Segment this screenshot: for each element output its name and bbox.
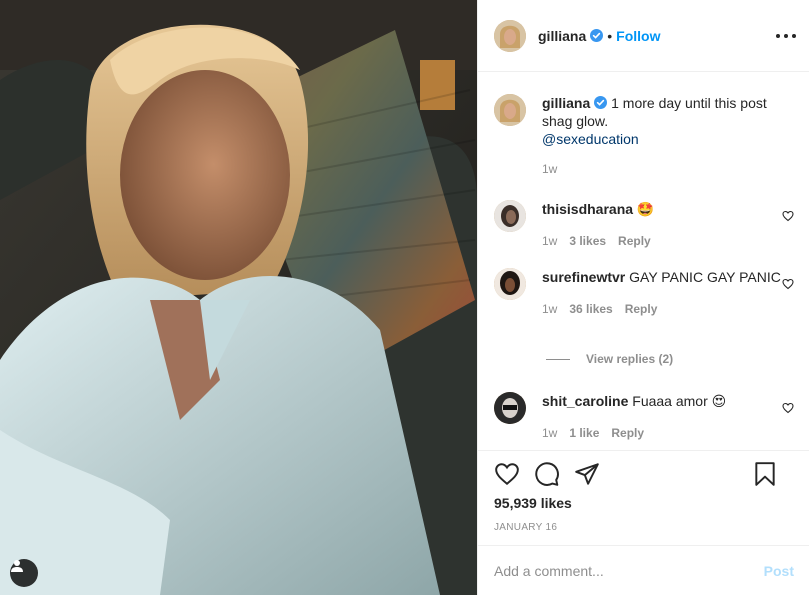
post-photo[interactable]	[0, 0, 477, 595]
avatar-image	[494, 392, 526, 424]
post-date[interactable]: JANUARY 16	[494, 522, 557, 533]
bookmark-icon[interactable]	[752, 461, 778, 487]
user-tag-button[interactable]	[10, 559, 38, 587]
comment-item: surefinewtvr GAY PANIC GAY PANIC 1w 36 l…	[494, 268, 794, 318]
comment-icon[interactable]	[534, 461, 560, 487]
caption-mention-link[interactable]: @sexeducation	[542, 131, 639, 147]
avatar-image	[494, 94, 526, 126]
comment-input[interactable]	[494, 562, 764, 579]
comment-body: shit_caroline Fuaaa amor 😍 1w 1 like Rep…	[542, 392, 794, 442]
comment-heart-icon[interactable]	[782, 402, 794, 414]
avatar-image	[494, 19, 526, 52]
comment-body: surefinewtvr GAY PANIC GAY PANIC 1w 36 l…	[542, 268, 794, 318]
comment-time[interactable]: 1w	[542, 300, 557, 318]
instagram-post: gilliana • Follow gilliana 1 more day un…	[0, 0, 809, 595]
comment-body: thisisdharana 🤩 1w 3 likes Reply	[542, 200, 794, 250]
comment-username[interactable]: surefinewtvr	[542, 269, 625, 285]
post-side-panel: gilliana • Follow gilliana 1 more day un…	[477, 0, 809, 595]
add-comment-bar: Post	[478, 545, 809, 595]
reply-button[interactable]: Reply	[611, 424, 644, 442]
share-icon[interactable]	[574, 461, 600, 487]
portrait-illustration	[0, 0, 477, 595]
action-icons	[494, 461, 794, 489]
user-tag-icon	[11, 560, 23, 572]
avatar-image	[494, 200, 526, 232]
caption-username[interactable]: gilliana	[542, 95, 590, 111]
more-options-icon[interactable]	[776, 26, 796, 46]
comment-likes[interactable]: 36 likes	[569, 300, 612, 318]
comment-username[interactable]: thisisdharana	[542, 201, 633, 217]
view-replies-button[interactable]: View replies (2)	[546, 352, 673, 366]
post-header: gilliana • Follow	[478, 0, 809, 72]
author-avatar[interactable]	[494, 19, 526, 52]
caption: gilliana 1 more day until this post shag…	[494, 94, 794, 178]
verified-badge-icon	[590, 29, 604, 42]
comment-item: shit_caroline Fuaaa amor 😍 1w 1 like Rep…	[494, 392, 794, 442]
follow-button[interactable]: Follow	[616, 28, 660, 44]
comment-heart-icon[interactable]	[782, 278, 794, 290]
likes-count[interactable]: 95,939 likes	[494, 495, 572, 511]
reply-button[interactable]: Reply	[618, 232, 651, 250]
comment-likes[interactable]: 1 like	[569, 424, 599, 442]
comment-text: 🤩	[636, 201, 655, 217]
comment-time[interactable]: 1w	[542, 232, 557, 250]
view-replies-line	[546, 358, 570, 360]
header-separator: •	[607, 27, 613, 44]
comment-heart-icon[interactable]	[782, 210, 794, 222]
post-comment-button[interactable]: Post	[764, 563, 794, 579]
author-username[interactable]: gilliana	[538, 28, 586, 44]
avatar-image	[494, 268, 526, 300]
comment-text: Fuaaa amor 😍	[632, 393, 727, 409]
caption-avatar[interactable]	[494, 94, 526, 126]
view-replies-label: View replies (2)	[586, 352, 674, 366]
heart-icon[interactable]	[494, 461, 520, 487]
post-actions: 95,939 likes JANUARY 16	[478, 450, 809, 545]
caption-time[interactable]: 1w	[542, 160, 557, 178]
verified-badge-icon	[594, 96, 608, 109]
comment-username[interactable]: shit_caroline	[542, 393, 628, 409]
reply-button[interactable]: Reply	[625, 300, 658, 318]
comment-item: thisisdharana 🤩 1w 3 likes Reply	[494, 200, 794, 250]
caption-body: gilliana 1 more day until this post shag…	[542, 94, 794, 178]
comment-text: GAY PANIC GAY PANIC	[629, 269, 781, 285]
comment-likes[interactable]: 3 likes	[569, 232, 606, 250]
comment-avatar[interactable]	[494, 268, 526, 300]
comment-avatar[interactable]	[494, 200, 526, 232]
comments-section: gilliana 1 more day until this post shag…	[478, 72, 809, 450]
comment-time[interactable]: 1w	[542, 424, 557, 442]
comment-avatar[interactable]	[494, 392, 526, 424]
